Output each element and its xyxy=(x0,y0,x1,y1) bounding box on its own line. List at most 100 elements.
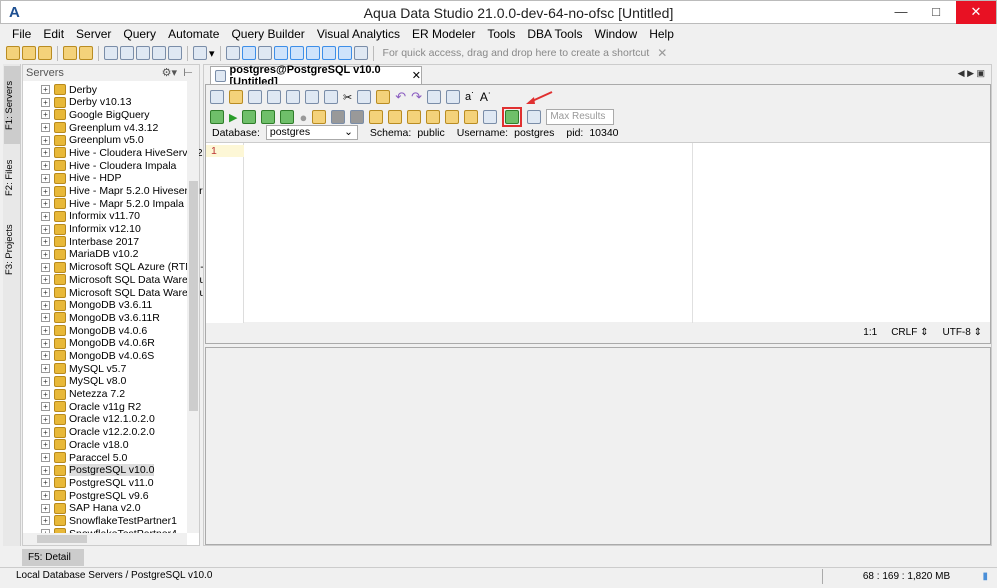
tree-item[interactable]: + Greenplum v4.3.12 xyxy=(41,121,158,134)
tree-item[interactable]: + Oracle v11g R2 xyxy=(41,400,141,413)
font-larger-icon[interactable]: A˙ xyxy=(480,90,492,104)
tree-item[interactable]: + Oracle v18.0 xyxy=(41,438,129,451)
menu-tools[interactable]: Tools xyxy=(481,26,521,43)
expand-icon[interactable]: + xyxy=(41,85,50,94)
results-split-icon[interactable] xyxy=(426,110,441,124)
highlighted-button[interactable] xyxy=(502,107,523,127)
tree-item[interactable]: + Hive - HDP xyxy=(41,172,122,185)
pin-icon[interactable]: ⊢ xyxy=(183,65,193,81)
menu-window[interactable]: Window xyxy=(589,26,644,43)
stop-icon[interactable]: ● xyxy=(299,110,307,125)
tree-item[interactable]: + Hive - Cloudera HiveServer2 xyxy=(41,146,203,159)
expand-icon[interactable]: + xyxy=(41,414,50,424)
import-icon[interactable] xyxy=(407,110,422,124)
sql-editor[interactable]: 1 xyxy=(206,142,990,323)
tree-item[interactable]: + MySQL v8.0 xyxy=(41,375,126,388)
close-shortcut-icon[interactable]: ✕ xyxy=(657,46,667,60)
run-current-icon[interactable] xyxy=(242,110,257,124)
find-icon[interactable] xyxy=(427,90,442,104)
menu-automate[interactable]: Automate xyxy=(162,26,225,43)
expand-icon[interactable]: + xyxy=(41,351,50,361)
tree-item[interactable]: + Interbase 2017 xyxy=(41,235,139,248)
maximize-button[interactable]: □ xyxy=(921,1,951,24)
auto-commit-icon[interactable] xyxy=(312,110,327,124)
close-tab-icon[interactable]: ✕ xyxy=(412,69,421,82)
menu-dba-tools[interactable]: DBA Tools xyxy=(521,26,588,43)
expand-icon[interactable]: + xyxy=(41,364,50,374)
tree-item[interactable]: + MariaDB v10.2 xyxy=(41,248,138,261)
tree-item[interactable]: + MongoDB v3.6.11 xyxy=(41,299,152,312)
tree-item[interactable]: + Greenplum v5.0 xyxy=(41,134,144,147)
menu-query-builder[interactable]: Query Builder xyxy=(225,26,310,43)
tab-navigation[interactable]: ◀ ▶ ▣ xyxy=(958,68,985,79)
line-ending[interactable]: CRLF ⇕ xyxy=(891,327,928,338)
cut-icon[interactable]: ✂ xyxy=(343,91,352,104)
expand-icon[interactable]: + xyxy=(41,110,50,120)
tree-item[interactable]: + Derby v10.13 xyxy=(41,96,131,109)
print-icon[interactable] xyxy=(305,90,319,104)
expand-icon[interactable]: + xyxy=(41,376,50,386)
remove-server-icon[interactable] xyxy=(22,46,36,60)
tree-item[interactable]: + Informix v11.70 xyxy=(41,210,140,223)
expand-icon[interactable]: + xyxy=(41,148,50,158)
expand-icon[interactable]: + xyxy=(41,237,50,247)
tree-item[interactable]: + SAP Hana v2.0 xyxy=(41,502,141,515)
new-icon[interactable] xyxy=(210,90,224,104)
file-icon[interactable] xyxy=(193,46,207,60)
dropdown-icon[interactable]: ▾ xyxy=(209,47,215,60)
query-analyzer-icon[interactable] xyxy=(136,46,150,60)
layout-icon-2[interactable] xyxy=(257,46,272,60)
results-options-icon[interactable] xyxy=(464,110,479,124)
layout-icon-5[interactable] xyxy=(321,46,336,60)
tree-item[interactable]: + Oracle v12.2.0.2.0 xyxy=(41,426,155,439)
menu-visual-analytics[interactable]: Visual Analytics xyxy=(311,26,406,43)
plugin-icon[interactable] xyxy=(369,110,384,124)
layout-icon-1[interactable] xyxy=(241,46,256,60)
expand-icon[interactable]: + xyxy=(41,389,50,399)
tree-item[interactable]: + PostgreSQL v10.0 xyxy=(41,464,155,477)
gear-icon[interactable]: ⚙▾ xyxy=(162,65,177,81)
paste-icon[interactable] xyxy=(376,90,391,104)
menu-er-modeler[interactable]: ER Modeler xyxy=(406,26,481,43)
expand-icon[interactable]: + xyxy=(41,123,50,133)
layout-icon-3[interactable] xyxy=(273,46,288,60)
expand-icon[interactable]: + xyxy=(41,491,50,501)
expand-icon[interactable]: + xyxy=(41,300,50,310)
query-plan-icon[interactable] xyxy=(483,110,498,124)
query-builder-icon[interactable] xyxy=(120,46,134,60)
execute-icon[interactable] xyxy=(210,110,224,124)
menu-file[interactable]: File xyxy=(6,26,37,43)
tab-projects[interactable]: F3: Projects xyxy=(4,214,20,286)
expand-icon[interactable]: + xyxy=(41,313,50,323)
scrollbar-thumb[interactable] xyxy=(37,535,87,543)
expand-icon[interactable]: + xyxy=(41,465,50,475)
expand-icon[interactable]: + xyxy=(41,453,50,462)
query-window-icon[interactable] xyxy=(104,46,118,60)
commit-icon[interactable] xyxy=(261,110,276,124)
redo-icon[interactable]: ↷ xyxy=(411,89,422,105)
expand-icon[interactable]: + xyxy=(41,288,50,298)
query-history-icon[interactable] xyxy=(505,110,520,124)
expand-icon[interactable]: + xyxy=(41,275,50,285)
tree-item[interactable]: + PostgreSQL v11.0 xyxy=(41,476,154,489)
expand-icon[interactable]: + xyxy=(41,97,50,107)
server-group-icon[interactable] xyxy=(38,46,52,60)
run-icon[interactable]: ▶ xyxy=(229,111,237,124)
expand-icon[interactable]: + xyxy=(41,427,50,437)
tree-item[interactable]: + Oracle v12.1.0.2.0 xyxy=(41,413,155,426)
menu-query[interactable]: Query xyxy=(117,26,162,43)
expand-icon[interactable]: + xyxy=(41,262,50,272)
tree-item[interactable]: + Hive - Mapr 5.2.0 Impala xyxy=(41,197,184,210)
chart-icon[interactable] xyxy=(353,46,368,60)
tree-item[interactable]: + Informix v12.10 xyxy=(41,223,141,236)
select-icon[interactable] xyxy=(324,90,338,104)
results-tab-icon[interactable] xyxy=(445,110,460,124)
layout-icon-6[interactable] xyxy=(337,46,352,60)
database-select[interactable]: postgres ⌄ xyxy=(265,125,358,140)
tree-item[interactable]: + Hive - Mapr 5.2.0 Hiveserver2 xyxy=(41,185,208,198)
menu-edit[interactable]: Edit xyxy=(37,26,70,43)
save-all-icon[interactable] xyxy=(286,90,300,104)
open-icon[interactable] xyxy=(229,90,243,104)
scrollbar-thumb[interactable] xyxy=(189,181,198,411)
expand-icon[interactable]: + xyxy=(41,199,50,209)
